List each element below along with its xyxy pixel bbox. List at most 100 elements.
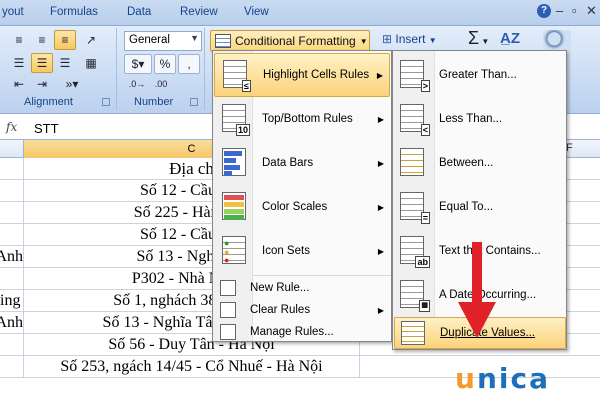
percent-button[interactable]: % — [154, 54, 176, 74]
decrease-decimal-icon[interactable]: .00 — [150, 74, 172, 94]
menu-item-label: Clear Rules — [250, 304, 311, 316]
tab-view[interactable]: View — [244, 6, 269, 18]
menu-item-highlight-cells-rules[interactable]: ≤ Highlight Cells Rules ▶ — [214, 53, 390, 97]
cell-b[interactable]: Anh — [0, 246, 24, 268]
sigma-icon: Σ — [468, 28, 480, 48]
align-left-icon[interactable]: ☰ — [8, 53, 30, 73]
conditional-formatting-label: Conditional Formatting — [235, 34, 356, 48]
tab-page-layout[interactable]: yout — [2, 6, 24, 18]
menu-item-label: Top/Bottom Rules — [262, 113, 353, 125]
cell-b[interactable] — [0, 180, 24, 202]
color-scales-icon — [222, 192, 248, 222]
menu-item-clear-rules[interactable]: Clear Rules ▶ — [214, 299, 390, 321]
group-divider — [204, 28, 205, 110]
submenu-arrow-icon: ▶ — [377, 246, 384, 256]
minimize-icon[interactable]: – — [556, 3, 563, 18]
close-icon[interactable]: ✕ — [586, 3, 597, 19]
autosum-button[interactable]: Σ ▼ — [468, 28, 489, 49]
menu-item-manage-rules[interactable]: Manage Rules... — [214, 321, 390, 343]
date-occurring-icon: ▦ — [400, 280, 430, 312]
cell-b[interactable] — [0, 334, 24, 356]
cell-b[interactable]: ing — [0, 290, 24, 312]
submenu-arrow-icon: ▶ — [376, 70, 383, 80]
alignment-launcher-icon[interactable] — [102, 98, 110, 106]
insert-icon: ⊞ — [382, 32, 396, 46]
number-launcher-icon[interactable] — [190, 98, 198, 106]
currency-label: $ — [131, 57, 139, 71]
menu-item-label: Manage Rules... — [250, 326, 334, 338]
increase-decimal-icon[interactable]: .0→ — [126, 74, 148, 94]
align-top-icon[interactable]: ≡ — [8, 30, 30, 50]
top-ten-badge: 10 — [235, 124, 250, 136]
cell-b[interactable] — [0, 268, 24, 290]
menu-item-label: Color Scales — [262, 201, 328, 213]
percent-label: % — [159, 57, 171, 71]
submenu-arrow-icon: ▶ — [377, 305, 384, 315]
menu-item-new-rule[interactable]: New Rule... — [214, 277, 390, 299]
menu-item-less-than[interactable]: < Less Than... — [394, 97, 566, 141]
decrease-indent-icon[interactable]: ⇤ — [8, 74, 30, 94]
increase-indent-icon[interactable]: ⇥ — [31, 74, 53, 94]
text-contains-icon: ab — [400, 236, 430, 268]
insert-button[interactable]: ⊞ Insert ▼ — [382, 32, 437, 46]
find-select-icon[interactable] — [543, 30, 571, 52]
between-icon — [400, 148, 428, 178]
menu-item-greater-than[interactable]: > Greater Than... — [394, 53, 566, 97]
cell-b[interactable] — [0, 202, 24, 224]
align-middle-icon[interactable]: ≡ — [31, 30, 53, 50]
cell-b[interactable] — [0, 158, 24, 180]
new-rule-icon — [220, 280, 236, 296]
chevron-down-icon: ▼ — [479, 37, 490, 46]
menu-item-label: Equal To... — [439, 201, 494, 213]
chevron-down-icon: ▼ — [359, 36, 368, 46]
align-right-icon[interactable]: ☰ — [54, 53, 76, 73]
conditional-formatting-icon — [215, 34, 231, 48]
tab-review[interactable]: Review — [180, 6, 218, 18]
cell-b[interactable] — [0, 224, 24, 246]
greater-than-icon: > — [400, 60, 430, 92]
menu-item-label: New Rule... — [250, 282, 310, 294]
conditional-formatting-menu: ≤ Highlight Cells Rules ▶ 10 Top/Bottom … — [212, 50, 392, 342]
wrap-text-icon[interactable]: »▾ — [58, 74, 86, 94]
merge-center-icon[interactable]: ▦ — [80, 53, 102, 73]
comma-label: , — [187, 57, 191, 71]
menu-item-equal-to[interactable]: = Equal To... — [394, 185, 566, 229]
cell-b[interactable]: Anh — [0, 312, 24, 334]
clear-rules-icon — [220, 302, 236, 318]
help-icon[interactable]: ? — [537, 4, 551, 18]
column-header-f[interactable]: F — [566, 142, 573, 154]
manage-rules-icon — [220, 324, 236, 340]
menu-item-label: Highlight Cells Rules — [263, 69, 370, 81]
insert-label: Insert — [395, 32, 426, 46]
pointer-arrow-icon — [458, 242, 496, 338]
tab-data[interactable]: Data — [127, 6, 151, 18]
align-bottom-icon[interactable]: ≡ — [54, 30, 76, 50]
group-label-number: Number — [134, 96, 174, 108]
menu-item-data-bars[interactable]: Data Bars ▶ — [214, 141, 390, 185]
menu-item-label: Greater Than... — [439, 69, 517, 81]
menu-item-label: Data Bars — [262, 157, 314, 169]
restore-icon[interactable]: ▫ — [572, 3, 577, 18]
conditional-formatting-button[interactable]: Conditional Formatting ▼ — [210, 30, 370, 52]
align-center-icon[interactable]: ☰ — [31, 53, 53, 73]
fx-icon[interactable]: fx — [6, 120, 17, 134]
number-format-select[interactable]: General ▼ — [124, 31, 202, 51]
menu-item-color-scales[interactable]: Color Scales ▶ — [214, 185, 390, 229]
orientation-icon[interactable]: ↗ — [80, 30, 102, 50]
cell-c[interactable]: Số 253, ngách 14/45 - Cổ Nhuế - Hà Nội — [24, 356, 360, 378]
menu-item-label: Between... — [439, 157, 494, 169]
sort-filter-icon[interactable]: A̲Z — [500, 30, 520, 47]
menu-item-top-bottom-rules[interactable]: 10 Top/Bottom Rules ▶ — [214, 97, 390, 141]
menu-item-label: Less Than... — [439, 113, 503, 125]
group-divider — [116, 28, 117, 110]
menu-item-icon-sets[interactable]: ● ● ● Icon Sets ▶ — [214, 229, 390, 273]
tab-formulas[interactable]: Formulas — [50, 6, 98, 18]
data-bars-icon — [222, 148, 248, 178]
formula-input[interactable]: STT — [34, 121, 59, 136]
cell-b[interactable] — [0, 356, 24, 378]
currency-button[interactable]: $ ▾ — [124, 54, 152, 74]
column-header-b[interactable] — [0, 140, 24, 158]
comma-button[interactable]: , — [178, 54, 200, 74]
menu-item-between[interactable]: Between... — [394, 141, 566, 185]
group-label-alignment: Alignment — [24, 96, 73, 108]
